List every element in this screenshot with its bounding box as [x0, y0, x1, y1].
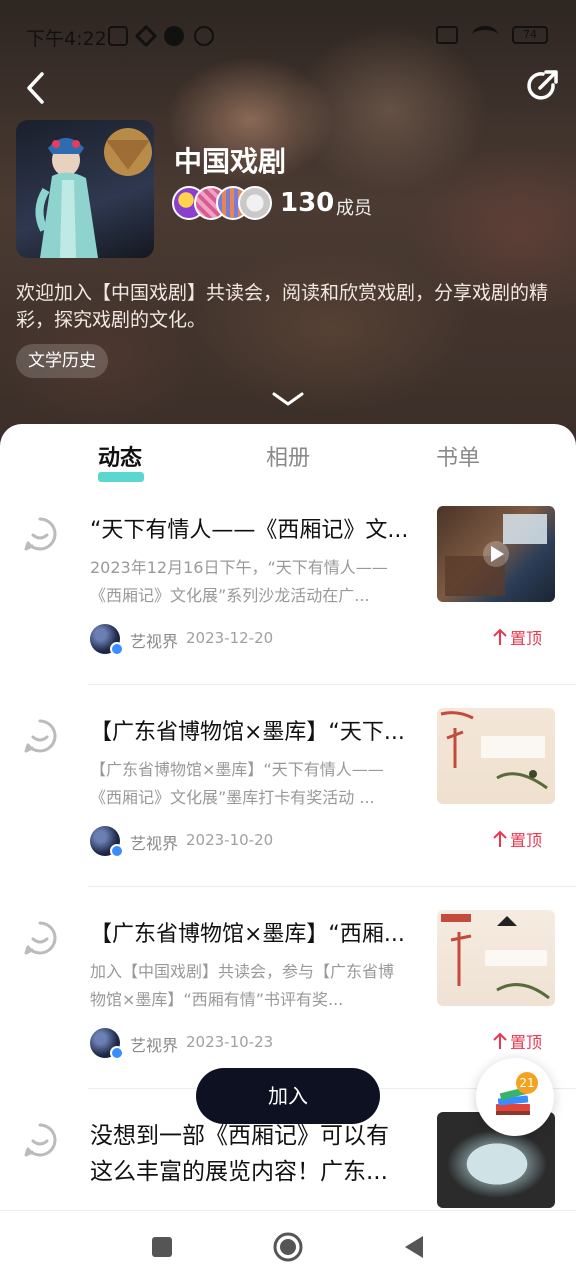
verified-badge-icon [110, 642, 124, 656]
group-description: 欢迎加入【中国戏剧】共读会，阅读和欣赏戏剧，分享戏剧的精彩，探究戏剧的文化。 [16, 282, 549, 331]
pinned-text: 置顶 [510, 629, 543, 648]
post-item[interactable]: 【广东省博物馆×墨库】“天下... 【广东省博物馆×墨库】“天下有情人——《西厢… [0, 706, 576, 908]
share-icon [527, 70, 558, 100]
post-date: 2023-10-23 [186, 1033, 274, 1051]
pinned-label: 置顶 [492, 1029, 542, 1053]
square-icon [152, 1237, 172, 1257]
verified-badge-icon [110, 844, 124, 858]
group-cover-image [16, 120, 154, 258]
post-divider [88, 684, 576, 685]
chevron-left-icon [27, 72, 44, 104]
comment-bubble-icon [24, 517, 57, 551]
member-avatars[interactable] [172, 186, 272, 220]
pinned-label: 置顶 [492, 827, 542, 851]
category-tag[interactable]: 文学历史 [16, 344, 108, 378]
post-thumbnail[interactable] [437, 910, 555, 1006]
tab-booklist[interactable]: 书单 [436, 440, 480, 472]
post-item[interactable]: “天下有情人——《西厢记》文... 2023年12月16日下午，“天下有情人——… [0, 504, 576, 706]
verified-badge-icon [110, 1046, 124, 1060]
post-title: 【广东省博物馆×墨库】“天下... [90, 720, 405, 745]
status-system-icons: 74 [436, 26, 548, 44]
status-notification-icons [108, 24, 214, 48]
post-divider [88, 886, 576, 887]
member-avatar [238, 186, 272, 220]
status-bar: 下午4:22 74 [0, 20, 576, 54]
no-sim-icon [436, 26, 458, 44]
comment-bubble-icon [24, 921, 57, 955]
system-nav-bar [0, 1210, 576, 1280]
group-header: 下午4:22 74 中国戏剧 130 成员 欢迎加入【中国戏剧】共读会，阅读和欣… [0, 0, 576, 450]
post-author[interactable]: 艺视界 [130, 1032, 178, 1056]
post-excerpt: 2023年12月16日下午，“天下有情人——《西厢记》文化展”系列沙龙活动在广.… [90, 558, 388, 605]
tab-feed[interactable]: 动态 [98, 440, 142, 472]
group-title: 中国戏剧 [174, 145, 287, 178]
pinned-text: 置顶 [510, 831, 543, 850]
post-title: 没想到一部《西厢记》可以有这么丰富的展览内容！广东... [90, 1123, 389, 1185]
expand-button[interactable] [268, 386, 308, 412]
app-notification-icon [134, 24, 158, 48]
pinned-label: 置顶 [492, 625, 542, 649]
comment-bubble-icon [24, 719, 57, 753]
battery-icon: 74 [512, 26, 548, 44]
person-icon [194, 26, 214, 46]
back-nav-button[interactable] [394, 1227, 434, 1267]
post-thumbnail[interactable] [437, 506, 555, 602]
check-icon [164, 26, 184, 46]
post-thumbnail[interactable] [437, 708, 555, 804]
member-label: 成员 [336, 198, 372, 219]
notification-badge: 21 [516, 1072, 538, 1094]
wifi-icon [472, 26, 498, 44]
comment-bubble-icon [24, 1123, 57, 1157]
pin-arrow-icon [493, 830, 507, 847]
chevron-down-icon [272, 392, 304, 406]
post-author[interactable]: 艺视界 [130, 830, 178, 854]
status-time: 下午4:22 [26, 28, 107, 50]
post-date: 2023-10-20 [186, 831, 274, 849]
post-title: 【广东省博物馆×墨库】“西厢... [90, 922, 405, 947]
recent-apps-button[interactable] [142, 1227, 182, 1267]
tab-album[interactable]: 相册 [266, 440, 310, 472]
back-button[interactable] [16, 68, 56, 108]
active-tab-indicator [98, 472, 144, 482]
mute-icon [108, 26, 128, 46]
member-count: 130 [280, 188, 335, 218]
post-date: 2023-12-20 [186, 629, 274, 647]
post-author[interactable]: 艺视界 [130, 628, 178, 652]
triangle-back-icon [405, 1236, 423, 1258]
post-excerpt: 加入【中国戏剧】共读会，参与【广东省博物馆×墨库】“西厢有情”书评有奖... [90, 962, 395, 1009]
pinned-text: 置顶 [510, 1033, 543, 1052]
post-title: “天下有情人——《西厢记》文... [90, 518, 409, 543]
pin-arrow-icon [493, 628, 507, 645]
join-button[interactable]: 加入 [196, 1068, 380, 1124]
tab-bar: 动态 相册 书单 [0, 436, 576, 486]
post-excerpt: 【广东省博物馆×墨库】“天下有情人——《西厢记》文化展”墨库打卡有奖活动 ... [90, 760, 384, 807]
share-button[interactable] [522, 66, 562, 106]
home-circle-icon [273, 1232, 303, 1262]
reading-list-button[interactable]: 21 [476, 1058, 554, 1136]
home-button[interactable] [268, 1227, 308, 1267]
pin-arrow-icon [493, 1032, 507, 1049]
